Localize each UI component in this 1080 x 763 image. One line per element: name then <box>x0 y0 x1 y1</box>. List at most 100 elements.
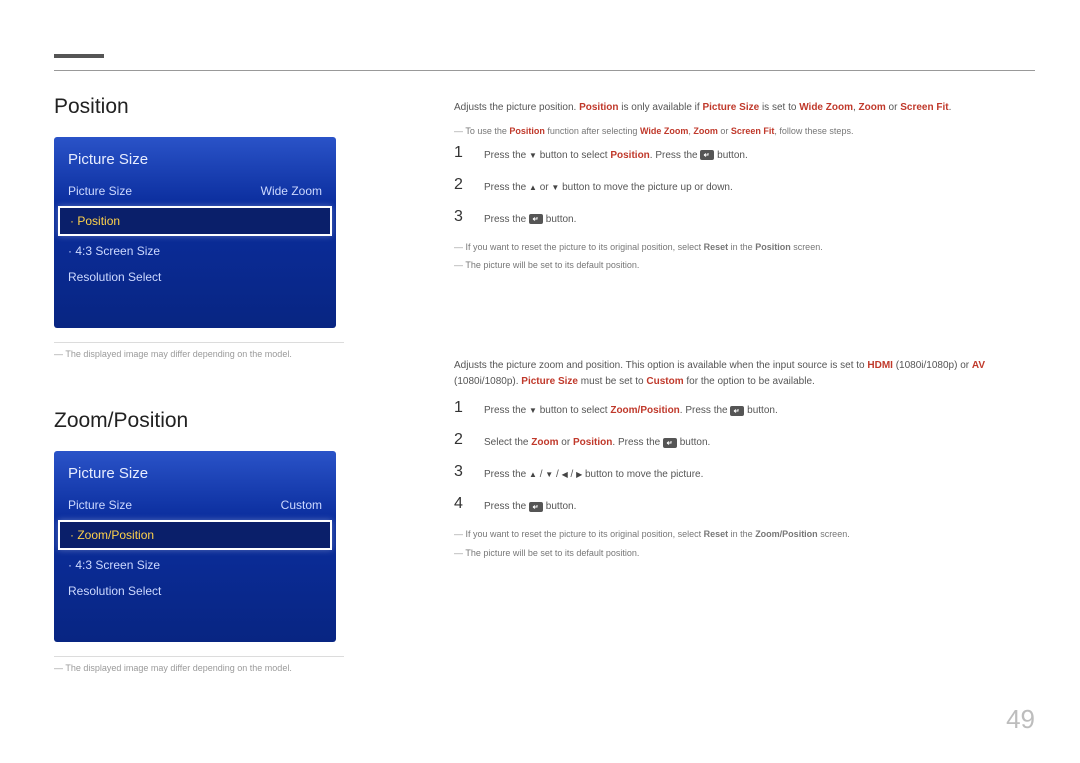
t: Zoom/Position <box>755 529 818 539</box>
t: screen. <box>818 529 850 539</box>
step-4: 4 Press the button. <box>454 495 1024 515</box>
t: button. <box>677 437 710 448</box>
t: Picture Size <box>702 102 759 113</box>
t: Press the <box>484 150 529 161</box>
t: Zoom <box>859 102 886 113</box>
section-title-position: Position <box>54 95 344 119</box>
t: AV <box>972 360 985 371</box>
menu-row-value: Custom <box>281 498 322 512</box>
t: button to select <box>537 405 610 416</box>
t: (1080i/1080p). <box>454 376 521 387</box>
t: Zoom <box>531 437 558 448</box>
intro-paragraph: Adjusts the picture position. Position i… <box>454 100 1024 116</box>
t: Position <box>610 150 649 161</box>
enter-icon <box>529 501 543 512</box>
down-arrow-icon <box>545 467 553 482</box>
step-number: 4 <box>454 495 468 513</box>
step-number: 3 <box>454 463 468 481</box>
menu-row-label: Picture Size <box>68 498 132 512</box>
t: Custom <box>646 376 683 387</box>
tv-menu-zoom: Picture Size Picture Size Custom Zoom/Po… <box>54 451 336 642</box>
step-text: Select the Zoom or Position. Press the b… <box>484 431 710 451</box>
t: in the <box>728 242 755 252</box>
enter-icon <box>663 437 677 448</box>
t: Zoom <box>693 126 718 136</box>
intro-paragraph: Adjusts the picture zoom and position. T… <box>454 358 1024 389</box>
reset-notes: If you want to reset the picture to its … <box>454 240 1024 273</box>
right-column: Adjusts the picture position. Position i… <box>454 100 1024 564</box>
step-1: 1 Press the button to select Zoom/Positi… <box>454 399 1024 419</box>
divider <box>54 656 344 657</box>
menu-row-43[interactable]: 4:3 Screen Size <box>54 552 336 578</box>
down-arrow-icon <box>529 403 537 418</box>
step-text: Press the button. <box>484 495 576 515</box>
tv-menu-position: Picture Size Picture Size Wide Zoom Posi… <box>54 137 336 328</box>
section-position-right: Adjusts the picture position. Position i… <box>454 100 1024 272</box>
step-number: 2 <box>454 176 468 194</box>
menu-row-label: 4:3 Screen Size <box>68 244 160 258</box>
page-number: 49 <box>1006 704 1035 735</box>
t: button. <box>744 405 777 416</box>
t: button. <box>543 214 576 225</box>
t: is only available if <box>619 102 703 113</box>
step-1: 1 Press the button to select Position. P… <box>454 144 1024 164</box>
step-text: Press the / / / button to move the pictu… <box>484 463 703 483</box>
t: button. <box>714 150 747 161</box>
tv-menu-header: Picture Size <box>54 461 336 492</box>
t: or <box>537 182 551 193</box>
step-2: 2 Select the Zoom or Position. Press the… <box>454 431 1024 451</box>
menu-row-label: Resolution Select <box>68 270 161 284</box>
up-arrow-icon <box>529 467 537 482</box>
menu-row-label: Resolution Select <box>68 584 161 598</box>
menu-row-43[interactable]: 4:3 Screen Size <box>54 238 336 264</box>
step-number: 1 <box>454 399 468 417</box>
image-disclaimer: The displayed image may differ depending… <box>54 663 344 673</box>
menu-row-label: Picture Size <box>68 184 132 198</box>
tv-menu-header: Picture Size <box>54 147 336 178</box>
enter-icon <box>700 150 714 161</box>
t: function after selecting <box>545 126 640 136</box>
section-position-left: Position Picture Size Picture Size Wide … <box>54 95 344 359</box>
up-arrow-icon <box>529 180 537 195</box>
t: Position <box>573 437 612 448</box>
menu-row-resolution[interactable]: Resolution Select <box>54 578 336 604</box>
t: in the <box>728 529 755 539</box>
horizontal-rule <box>54 70 1035 71</box>
menu-row-zoom-position[interactable]: Zoom/Position <box>58 520 332 550</box>
menu-row-value: Wide Zoom <box>261 184 322 198</box>
step-number: 3 <box>454 208 468 226</box>
image-disclaimer: The displayed image may differ depending… <box>54 349 344 359</box>
note: The picture will be set to its default p… <box>454 258 1024 272</box>
t: Press the <box>484 469 529 480</box>
menu-row-picture-size[interactable]: Picture Size Custom <box>54 492 336 518</box>
t: button to select <box>537 150 610 161</box>
step-number: 2 <box>454 431 468 449</box>
section-zoom-left: Zoom/Position Picture Size Picture Size … <box>54 409 344 673</box>
t: Screen Fit <box>900 102 948 113</box>
enter-icon <box>730 405 744 416</box>
t: Adjusts the picture zoom and position. T… <box>454 360 867 371</box>
menu-row-resolution[interactable]: Resolution Select <box>54 264 336 290</box>
enter-icon <box>529 214 543 225</box>
t: Wide Zoom <box>640 126 688 136</box>
t: Select the <box>484 437 531 448</box>
t: Position <box>755 242 791 252</box>
step-text: Press the or button to move the picture … <box>484 176 733 196</box>
steps-list: 1 Press the button to select Zoom/Positi… <box>454 399 1024 515</box>
menu-row-position[interactable]: Position <box>58 206 332 236</box>
step-text: Press the button. <box>484 208 576 228</box>
note: If you want to reset the picture to its … <box>454 240 1024 254</box>
t: button to move the picture. <box>582 469 703 480</box>
step-number: 1 <box>454 144 468 162</box>
t: Press the <box>484 182 529 193</box>
t: HDMI <box>867 360 893 371</box>
t: Position <box>509 126 545 136</box>
t: or <box>886 102 900 113</box>
t: or <box>558 437 572 448</box>
step-3: 3 Press the / / / button to move the pic… <box>454 463 1024 483</box>
menu-row-picture-size[interactable]: Picture Size Wide Zoom <box>54 178 336 204</box>
step-text: Press the button to select Position. Pre… <box>484 144 748 164</box>
left-arrow-icon <box>562 467 568 482</box>
left-column: Position Picture Size Picture Size Wide … <box>54 95 344 673</box>
step-text: Press the button to select Zoom/Position… <box>484 399 778 419</box>
